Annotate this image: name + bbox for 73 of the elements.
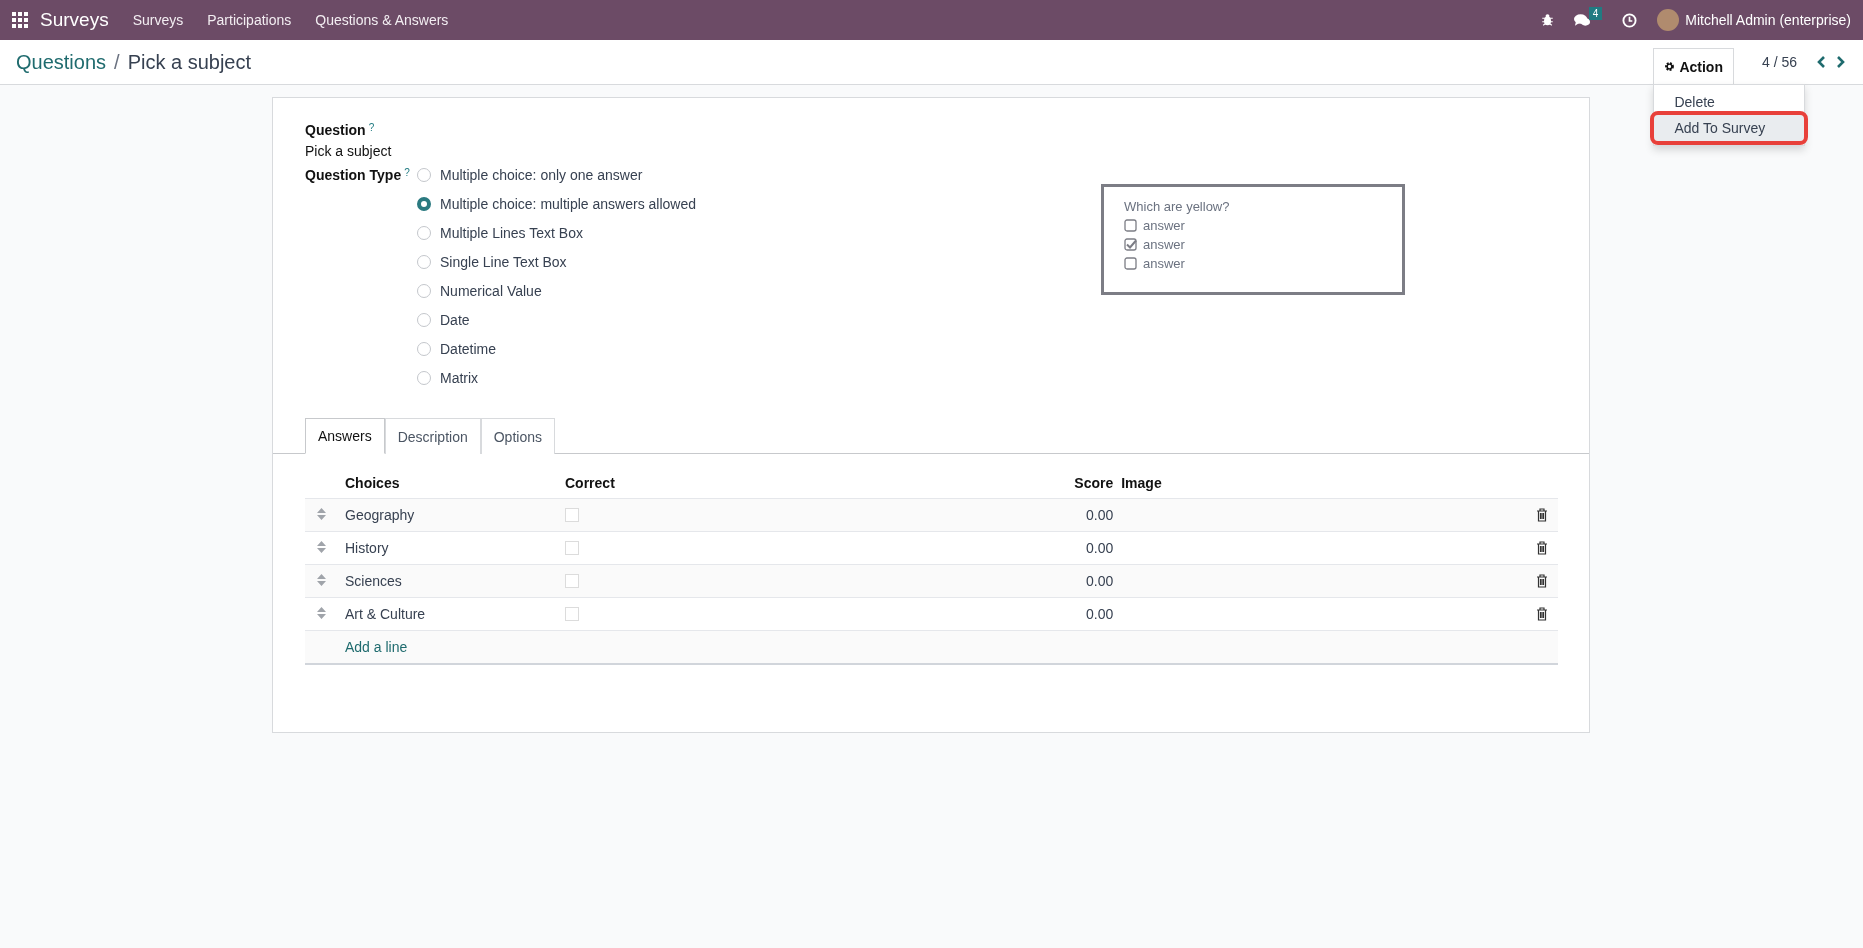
menu-item[interactable]: Delete bbox=[1654, 89, 1805, 115]
table-cell: 0.00 bbox=[1053, 498, 1122, 532]
trash-icon[interactable] bbox=[1536, 508, 1548, 522]
table-cell: Art & Culture bbox=[345, 597, 565, 631]
apps-grid-icon[interactable] bbox=[12, 12, 28, 28]
gear-icon bbox=[1664, 61, 1676, 72]
table-cell: 0.00 bbox=[1053, 597, 1122, 631]
bug-icon[interactable] bbox=[1540, 13, 1554, 27]
menu-link[interactable]: Questions & Answers bbox=[315, 12, 449, 28]
checkbox[interactable] bbox=[565, 508, 579, 522]
drag-handle-icon[interactable] bbox=[317, 508, 326, 520]
checkbox[interactable] bbox=[565, 541, 579, 555]
question-field[interactable]: Pick a subject bbox=[305, 143, 1101, 159]
radio-label: Matrix bbox=[440, 370, 479, 386]
trash-icon[interactable] bbox=[1536, 607, 1548, 621]
next-icon[interactable] bbox=[1835, 55, 1847, 69]
preview-question: Which are yellow? bbox=[1124, 199, 1231, 214]
radio-button[interactable] bbox=[417, 168, 431, 182]
radio-button[interactable] bbox=[417, 255, 431, 269]
table-cell: 0.00 bbox=[1053, 531, 1122, 565]
chat-icon[interactable] bbox=[1573, 13, 1591, 27]
record-title: Pick a subject bbox=[127, 50, 251, 74]
previous-icon[interactable] bbox=[1815, 55, 1827, 69]
user-name[interactable]: Mitchell Admin (enterprise) bbox=[1685, 12, 1851, 28]
radio-button[interactable] bbox=[417, 342, 431, 356]
radio-label: Single Line Text Box bbox=[440, 254, 567, 270]
message-count-badge: 4 bbox=[1588, 7, 1603, 20]
user-avatar[interactable] bbox=[1657, 9, 1680, 31]
preview-answer: answer bbox=[1143, 256, 1185, 271]
action-button[interactable]: Action bbox=[1653, 48, 1734, 84]
pager-counter: 4 / 56 bbox=[1761, 54, 1797, 70]
menu-link[interactable]: Surveys bbox=[132, 12, 184, 28]
checkbox[interactable] bbox=[565, 607, 579, 621]
help-tooltip[interactable]: ? bbox=[404, 167, 410, 178]
column-header: Choices bbox=[345, 468, 565, 499]
table-cell: Geography bbox=[345, 498, 565, 532]
breadcrumb-link[interactable]: Questions bbox=[16, 50, 107, 74]
radio-label: Multiple choice: multiple answers allowed bbox=[440, 196, 696, 212]
column-header: Score bbox=[1053, 468, 1122, 499]
radio-button[interactable] bbox=[417, 226, 431, 240]
drag-handle-icon[interactable] bbox=[317, 574, 326, 586]
tab[interactable]: Options bbox=[480, 418, 555, 454]
drag-handle-icon[interactable] bbox=[317, 607, 326, 619]
menu-link[interactable]: Participations bbox=[207, 12, 292, 28]
app-name[interactable]: Surveys bbox=[40, 9, 109, 31]
column-header: Correct bbox=[565, 468, 1054, 499]
clock-icon[interactable] bbox=[1622, 12, 1638, 28]
radio-label: Datetime bbox=[440, 341, 497, 357]
drag-handle-icon[interactable] bbox=[317, 541, 326, 553]
radio-button[interactable] bbox=[417, 284, 431, 298]
table-cell: 0.00 bbox=[1053, 564, 1122, 598]
preview-answer: answer bbox=[1143, 237, 1185, 252]
table-cell: History bbox=[345, 531, 565, 565]
breadcrumb-separator: / bbox=[114, 50, 120, 74]
radio-button[interactable] bbox=[417, 371, 431, 385]
radio-label: Date bbox=[440, 312, 470, 328]
field-label: Question Type bbox=[305, 167, 402, 183]
radio-button[interactable] bbox=[417, 313, 431, 327]
preview-answer: answer bbox=[1143, 218, 1185, 233]
checkbox[interactable] bbox=[565, 574, 579, 588]
radio-label: Multiple choice: only one answer bbox=[440, 167, 643, 183]
radio-button[interactable] bbox=[417, 197, 431, 211]
column-header: Image bbox=[1121, 468, 1518, 499]
trash-icon[interactable] bbox=[1536, 574, 1548, 588]
add-line-link[interactable]: Add a line bbox=[345, 639, 408, 655]
tab[interactable]: Description bbox=[384, 418, 481, 454]
radio-label: Numerical Value bbox=[440, 283, 542, 299]
radio-label: Multiple Lines Text Box bbox=[440, 225, 583, 241]
field-label: Question bbox=[305, 122, 366, 138]
help-tooltip[interactable]: ? bbox=[368, 122, 375, 133]
table-cell: Sciences bbox=[345, 564, 565, 598]
trash-icon[interactable] bbox=[1536, 541, 1548, 555]
tab[interactable]: Answers bbox=[305, 418, 385, 454]
